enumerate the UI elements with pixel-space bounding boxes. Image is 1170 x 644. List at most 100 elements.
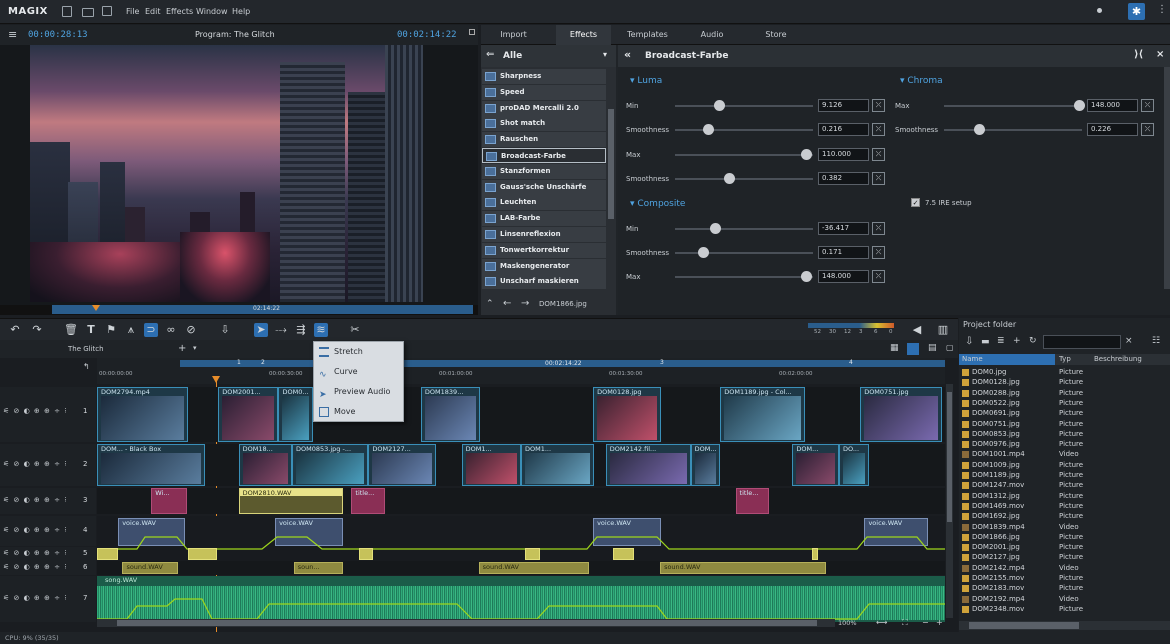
storyboard-icon[interactable]: ▤ [928, 343, 937, 353]
title-icon[interactable]: T [84, 323, 98, 337]
refresh-icon[interactable]: ↻ [1029, 336, 1037, 346]
video-clip[interactable]: DOM2127... [368, 444, 437, 486]
effect-item[interactable]: Gauss'sche Unschärfe [482, 179, 606, 195]
view-options-icon[interactable]: ☷ [1152, 336, 1160, 346]
video-clip[interactable]: DOM0... [278, 387, 314, 442]
sound-block[interactable] [525, 548, 541, 560]
delete-icon[interactable]: 🗑 [64, 323, 78, 337]
slider-knob[interactable] [973, 124, 985, 135]
effect-item[interactable]: Linsenreflexion [482, 227, 606, 242]
menu-item-move[interactable]: Move [314, 402, 405, 422]
col-type[interactable]: Typ [1059, 355, 1071, 363]
param-value-field[interactable]: 0.171 [818, 246, 869, 259]
param-value-field[interactable]: -36.417 [818, 222, 869, 235]
folder-hscroll[interactable] [959, 621, 1170, 630]
sound-block[interactable] [811, 548, 818, 560]
marker-icon[interactable]: ⚑ [104, 323, 118, 337]
tab-audio[interactable]: Audio [686, 25, 738, 45]
track-controls[interactable]: ⚟ ⊘ ◐ ⊕ ⊕ ÷ ⁝ [3, 460, 67, 468]
curve-mode-icon[interactable]: ≋ [314, 323, 328, 337]
param-value-field[interactable]: 9.126 [818, 99, 869, 112]
zoom-frame-icon[interactable]: ⛶ [902, 618, 908, 628]
file-row[interactable]: DOM2192.mp4 Video [959, 594, 1170, 604]
timeline-view-icon[interactable] [907, 343, 919, 355]
range-icon[interactable]: ⤏ [274, 323, 288, 337]
up-icon[interactable]: ⌃ [486, 299, 494, 309]
effect-item[interactable]: LAB-Farbe [482, 211, 606, 227]
title-clip[interactable]: title... [351, 488, 386, 514]
param-value-field[interactable]: 110.000 [818, 148, 869, 161]
tab-effects[interactable]: Effects [556, 25, 611, 45]
video-clip[interactable]: DO... [839, 444, 869, 486]
col-name[interactable]: Name [962, 355, 983, 363]
menu-item-stretch[interactable]: Stretch [314, 342, 405, 362]
zoom-fit-icon[interactable]: ⟷ [876, 618, 887, 627]
timeline-maximize-icon[interactable]: ▢ [946, 343, 954, 352]
menu-window[interactable]: Window [196, 7, 228, 16]
video-clip[interactable]: DOM... [792, 444, 839, 486]
chevron-down-icon[interactable]: ▾ [603, 50, 607, 59]
file-row[interactable]: DOM1839.mp4 Video [959, 522, 1170, 532]
track-controls[interactable]: ⚟ ⊘ ◐ ⊕ ⊕ ÷ ⁝ [3, 549, 67, 557]
menu-edit[interactable]: Edit [145, 7, 161, 16]
collapse-tracks-icon[interactable]: ↰ [83, 362, 90, 371]
magic-wand-icon[interactable]: ✱ [1128, 3, 1145, 20]
menu-help[interactable]: Help [232, 7, 250, 16]
open-folder-icon[interactable] [82, 8, 94, 17]
slider-knob[interactable] [1074, 100, 1086, 111]
prev-arrow-icon[interactable]: ← [503, 298, 511, 309]
monitor-scrubber[interactable]: 02:14:22 [0, 305, 478, 315]
timeline-hscroll[interactable] [97, 619, 835, 627]
param-value-field[interactable]: 0.226 [1087, 123, 1138, 136]
file-row[interactable]: DOM1001.mp4 Video [959, 449, 1170, 459]
folder-search-input[interactable] [1043, 335, 1121, 349]
redo-icon[interactable]: ↷ [30, 323, 44, 337]
file-row[interactable]: DOM2183.mov Picture [959, 583, 1170, 593]
file-row[interactable]: DOM0522.jpg Picture [959, 398, 1170, 408]
file-row[interactable]: DOM1692.jpg Picture [959, 511, 1170, 521]
speaker-icon[interactable]: ◀ [910, 323, 924, 337]
reset-icon[interactable]: ⤫ [872, 246, 885, 259]
app-menu-icon[interactable]: ⋮ [1157, 4, 1167, 15]
ruler-marker[interactable]: 2 [261, 359, 265, 366]
reset-icon[interactable]: ⤫ [872, 270, 885, 283]
download-icon[interactable]: ⇩ [965, 336, 973, 347]
title-clip[interactable]: Wi... [151, 488, 187, 514]
param-slider[interactable] [944, 124, 1082, 135]
chroma-section[interactable]: ▾ Chroma [900, 76, 943, 86]
reset-icon[interactable]: ⤫ [872, 123, 885, 136]
ire-checkbox[interactable]: ✓ [911, 198, 920, 207]
file-row[interactable]: DOM1312.jpg Picture [959, 491, 1170, 501]
save-icon[interactable] [102, 6, 112, 16]
volume-curves[interactable] [97, 516, 945, 626]
sound-block[interactable] [97, 548, 119, 560]
file-row[interactable]: DOM2001.jpg Picture [959, 542, 1170, 552]
file-row[interactable]: DOM1469.mov Picture [959, 501, 1170, 511]
effect-item[interactable]: Sharpness [482, 69, 606, 84]
video-clip[interactable]: DOM... - Black Box [97, 444, 205, 486]
slider-knob[interactable] [801, 149, 813, 160]
file-row[interactable]: DOM0691.jpg Picture [959, 408, 1170, 418]
param-value-field[interactable]: 148.000 [818, 270, 869, 283]
file-row[interactable]: DOM1189.jpg Picture [959, 470, 1170, 480]
unlink-icon[interactable]: ⊘ [184, 323, 198, 337]
track-lane-3[interactable]: Wi... DOM2810.WAV title... title... [97, 488, 945, 514]
video-clip[interactable]: DOM1... [521, 444, 594, 486]
pointer-icon[interactable]: ➤ [254, 323, 268, 337]
effect-list-scrollbar[interactable] [608, 109, 614, 219]
grid-view-icon[interactable]: ▦ [890, 343, 899, 353]
back-arrow-icon[interactable]: ⇐ [486, 49, 494, 60]
file-row[interactable]: DOM2155.mov Picture [959, 573, 1170, 583]
timeline-vscroll[interactable] [946, 384, 953, 618]
param-slider[interactable] [944, 100, 1086, 111]
video-clip[interactable]: DOM2794.mp4 [97, 387, 188, 442]
sound-block[interactable] [612, 548, 634, 560]
file-row[interactable]: DOM0976.jpg Picture [959, 439, 1170, 449]
split-clip-icon[interactable]: ⩚ [124, 323, 138, 337]
undo-icon[interactable]: ↶ [8, 323, 22, 337]
video-clip[interactable]: DOM0751.jpg [860, 387, 943, 442]
file-row[interactable]: DOM0.jpg Picture [959, 367, 1170, 377]
playhead-handle[interactable] [212, 376, 220, 383]
track-lane-1[interactable]: DOM2794.mp4 DOM2001... DOM0... DOM1839... DO… [97, 387, 945, 442]
param-slider[interactable] [675, 149, 813, 160]
